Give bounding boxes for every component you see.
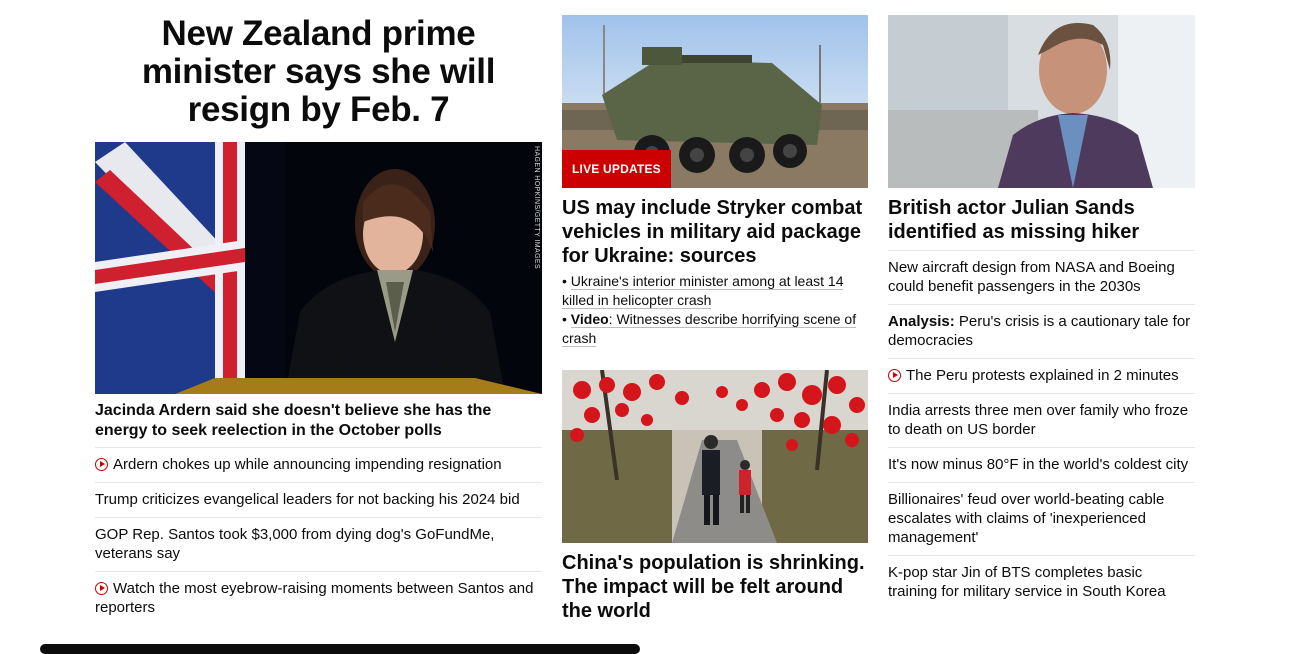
image-credit: HAGEN HOPKINS/GETTY IMAGES [533, 146, 540, 270]
list-item[interactable]: Watch the most eyebrow-raising moments b… [95, 571, 542, 625]
julian-sands-headline[interactable]: British actor Julian Sands identified as… [888, 196, 1195, 244]
lead-headline[interactable]: New Zealand prime minister says she will… [95, 15, 542, 129]
stryker-bullets: • Ukraine's interior minister among at l… [562, 272, 868, 348]
link-text: Ardern chokes up while announcing impend… [113, 456, 502, 473]
ardern-photo [95, 142, 542, 394]
lead-story: New Zealand prime minister says she will… [95, 15, 542, 129]
julian-sands-photo [888, 15, 1195, 188]
play-icon [95, 582, 108, 595]
china-photo [562, 370, 868, 543]
list-item[interactable]: New aircraft design from NASA and Boeing… [888, 250, 1195, 304]
link-text: It's now minus 80°F in the world's colde… [888, 456, 1189, 473]
lead-caption[interactable]: Jacinda Ardern said she doesn't believe … [95, 401, 542, 441]
julian-sands-image[interactable] [888, 15, 1195, 188]
list-item[interactable]: GOP Rep. Santos took $3,000 from dying d… [95, 517, 542, 571]
list-item[interactable]: Billionaires' feud over world-beating ca… [888, 482, 1195, 555]
link-text: K-pop star Jin of BTS completes basic tr… [888, 564, 1166, 600]
list-item[interactable]: Analysis: Peru's crisis is a cautionary … [888, 304, 1195, 358]
bullet-item[interactable]: • Ukraine's interior minister among at l… [562, 272, 868, 310]
link-prefix: Analysis: [888, 313, 955, 330]
bullet-text: Ukraine's interior minister among at lea… [562, 273, 844, 309]
bullet-prefix: Video [570, 311, 609, 327]
list-item[interactable]: Ardern chokes up while announcing impend… [95, 447, 542, 482]
stryker-image[interactable]: LIVE UPDATES [562, 15, 868, 188]
stryker-headline[interactable]: US may include Stryker combat vehicles i… [562, 196, 868, 268]
list-item[interactable]: India arrests three men over family who … [888, 393, 1195, 447]
lead-related-list: Ardern chokes up while announcing impend… [95, 447, 542, 625]
bottom-bar [40, 644, 640, 654]
lead-image[interactable]: HAGEN HOPKINS/GETTY IMAGES [95, 142, 542, 394]
link-text: Watch the most eyebrow-raising moments b… [95, 580, 534, 616]
list-item[interactable]: The Peru protests explained in 2 minutes [888, 358, 1195, 393]
link-text: India arrests three men over family who … [888, 402, 1189, 438]
list-item[interactable]: Trump criticizes evangelical leaders for… [95, 482, 542, 517]
live-updates-badge[interactable]: LIVE UPDATES [562, 150, 671, 188]
list-item[interactable]: It's now minus 80°F in the world's colde… [888, 447, 1195, 482]
list-item[interactable]: K-pop star Jin of BTS completes basic tr… [888, 555, 1195, 609]
play-icon [95, 458, 108, 471]
link-text: The Peru protests explained in 2 minutes [906, 367, 1179, 384]
link-text: New aircraft design from NASA and Boeing… [888, 259, 1175, 295]
link-text: Trump criticizes evangelical leaders for… [95, 491, 520, 508]
link-text: GOP Rep. Santos took $3,000 from dying d… [95, 526, 495, 562]
bullet-item[interactable]: • Video: Witnesses describe horrifying s… [562, 310, 868, 348]
play-icon [888, 369, 901, 382]
china-headline[interactable]: China's population is shrinking. The imp… [562, 551, 868, 623]
link-text: Billionaires' feud over world-beating ca… [888, 491, 1165, 546]
china-image[interactable] [562, 370, 868, 543]
right-related-list: New aircraft design from NASA and Boeing… [888, 250, 1195, 609]
